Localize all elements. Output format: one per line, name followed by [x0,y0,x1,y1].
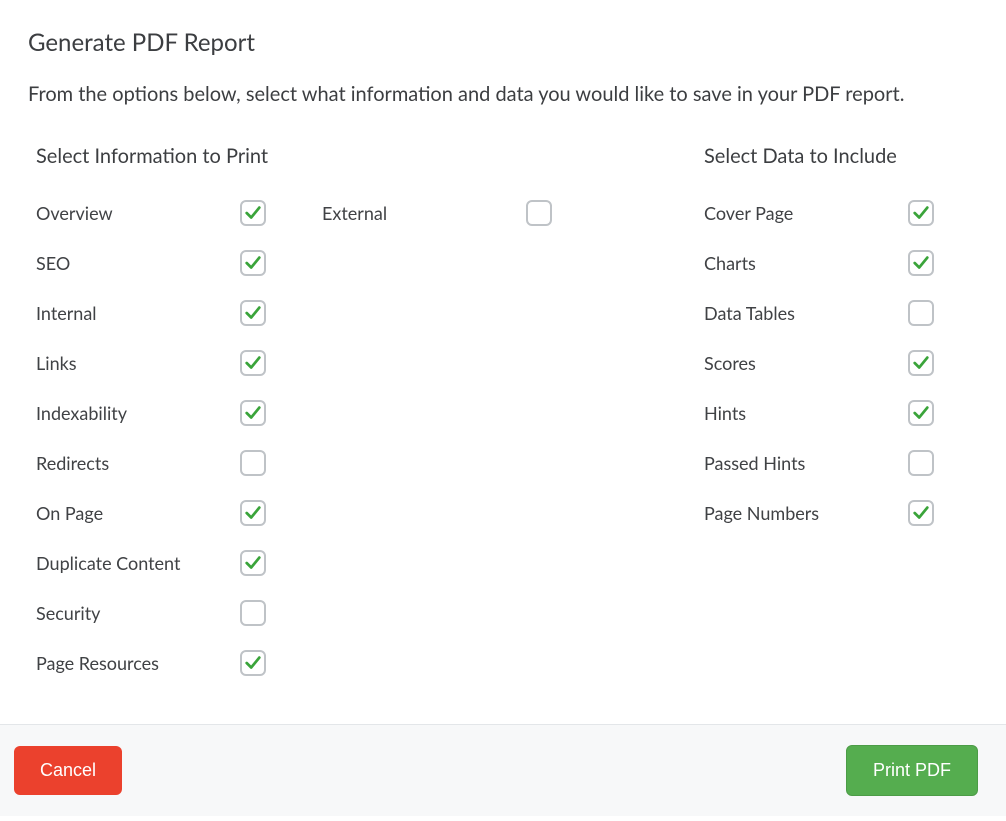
option-row: Page Resources [36,638,266,688]
option-label: Cover Page [704,202,793,224]
option-label: On Page [36,502,103,524]
option-row: SEO [36,238,266,288]
checkbox-duplicate-content[interactable] [240,550,266,576]
option-row: Duplicate Content [36,538,266,588]
option-row: Security [36,588,266,638]
option-label: Internal [36,302,97,324]
checkbox-on-page[interactable] [240,500,266,526]
info-col-b: External [322,188,552,688]
checkbox-redirects[interactable] [240,450,266,476]
option-row: Overview [36,188,266,238]
cancel-button[interactable]: Cancel [14,746,122,795]
checkbox-page-numbers[interactable] [908,500,934,526]
info-heading: Select Information to Print [36,144,552,168]
option-row: Page Numbers [704,488,934,538]
option-row: Passed Hints [704,438,934,488]
checkbox-data-tables[interactable] [908,300,934,326]
description-text: From the options below, select what info… [28,79,948,110]
print-pdf-button[interactable]: Print PDF [846,745,978,796]
dialog-content: Generate PDF Report From the options bel… [0,0,1006,724]
option-label: Charts [704,252,756,274]
option-label: Security [36,602,100,624]
checkbox-page-resources[interactable] [240,650,266,676]
option-label: Page Numbers [704,502,819,524]
dialog: Generate PDF Report From the options bel… [0,0,1006,816]
checkbox-security[interactable] [240,600,266,626]
data-col: Cover Page Charts Data Tables Scores [704,188,934,538]
checkbox-seo[interactable] [240,250,266,276]
option-row: Scores [704,338,934,388]
option-label: Passed Hints [704,452,805,474]
option-label: SEO [36,252,70,274]
option-row: On Page [36,488,266,538]
checkbox-cover-page[interactable] [908,200,934,226]
option-row: Cover Page [704,188,934,238]
option-label: External [322,202,387,224]
option-label: Overview [36,202,113,224]
option-label: Redirects [36,452,109,474]
option-row: External [322,188,552,238]
option-row: Indexability [36,388,266,438]
dialog-footer: Cancel Print PDF [0,724,1006,816]
info-col-a: Overview SEO Internal Links [36,188,266,688]
info-section: Select Information to Print Overview SEO [36,144,552,688]
checkbox-links[interactable] [240,350,266,376]
option-label: Data Tables [704,302,795,324]
option-label: Links [36,352,77,374]
option-label: Scores [704,352,756,374]
checkbox-internal[interactable] [240,300,266,326]
checkbox-passed-hints[interactable] [908,450,934,476]
option-row: Internal [36,288,266,338]
option-row: Data Tables [704,288,934,338]
info-columns-wrap: Overview SEO Internal Links [36,188,552,688]
option-label: Duplicate Content [36,552,180,574]
option-row: Hints [704,388,934,438]
option-row: Links [36,338,266,388]
checkbox-charts[interactable] [908,250,934,276]
checkbox-indexability[interactable] [240,400,266,426]
option-label: Indexability [36,402,127,424]
checkbox-external[interactable] [526,200,552,226]
option-row: Charts [704,238,934,288]
checkbox-scores[interactable] [908,350,934,376]
spacer [608,144,648,688]
option-label: Page Resources [36,652,159,674]
checkbox-hints[interactable] [908,400,934,426]
data-section: Select Data to Include Cover Page Charts… [704,144,934,688]
page-title: Generate PDF Report [28,28,978,57]
option-label: Hints [704,402,746,424]
data-heading: Select Data to Include [704,144,934,168]
option-row: Redirects [36,438,266,488]
checkbox-overview[interactable] [240,200,266,226]
options-columns: Select Information to Print Overview SEO [28,144,978,688]
